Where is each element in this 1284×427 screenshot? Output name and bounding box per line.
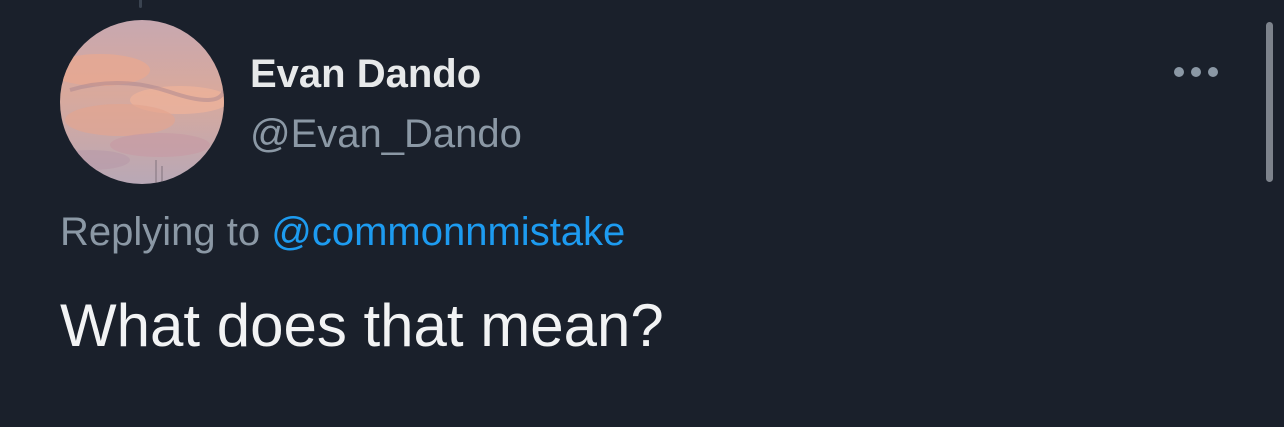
tweet-card: Evan Dando @Evan_Dando Replying to @comm… [0, 0, 1284, 427]
replying-to-label: Replying to [60, 210, 261, 254]
replying-to-line: Replying to @commonnmistake [60, 208, 625, 256]
avatar[interactable] [60, 20, 224, 184]
thread-connector-line [139, 0, 142, 8]
user-handle[interactable]: @Evan_Dando [250, 110, 522, 158]
more-horizontal-icon [1174, 67, 1218, 77]
tweet-text: What does that mean? [60, 292, 664, 359]
more-options-button[interactable] [1168, 52, 1224, 92]
display-name[interactable]: Evan Dando [250, 50, 481, 98]
avatar-image [60, 20, 224, 184]
reply-target-link[interactable]: @commonnmistake [271, 210, 625, 254]
scrollbar-thumb[interactable] [1266, 22, 1273, 182]
